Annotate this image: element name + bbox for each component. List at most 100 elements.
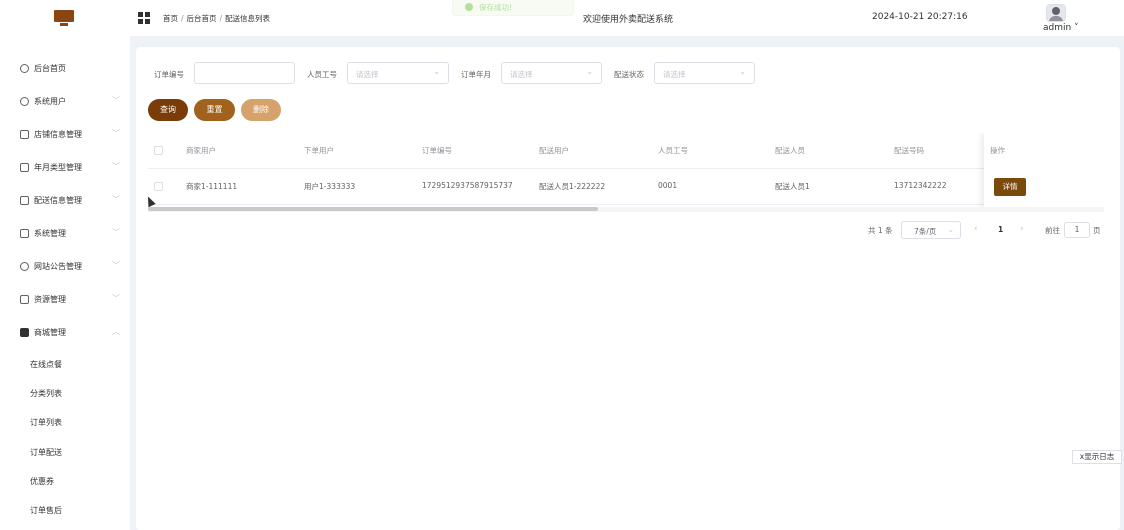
cell-order-no: 1729512937587915737 <box>422 181 513 190</box>
cell-customer: 用户1-333333 <box>304 182 356 191</box>
chevron-down-icon: ﹀ <box>112 228 120 237</box>
breadcrumb-home[interactable]: 首页 <box>163 14 178 23</box>
detail-button[interactable]: 详情 <box>994 178 1026 196</box>
username: admin <box>1043 23 1072 33</box>
sidebar-item-label: 年月类型管理 <box>34 163 82 172</box>
folder-icon <box>20 229 29 238</box>
order-no-input[interactable] <box>194 62 295 84</box>
chevron-down-icon: ⌄ <box>433 67 440 76</box>
success-toast: 保存成功! <box>452 0 574 16</box>
column-header[interactable]: 订单编号 <box>422 145 452 156</box>
breadcrumb-separator: / <box>219 14 223 23</box>
column-header[interactable]: 配送用户 <box>539 145 569 156</box>
sidebar-item-label: 店铺信息管理 <box>34 130 82 139</box>
delivery-status-label: 配送状态 <box>614 70 644 79</box>
printer-icon <box>20 295 29 304</box>
sidebar-subitem-after-sales[interactable]: 订单售后 <box>0 502 130 520</box>
menu-grid-icon[interactable] <box>138 12 150 24</box>
current-datetime: 2024-10-21 20:27:16 <box>872 12 968 22</box>
chevron-down-icon: ﹀ <box>112 162 120 171</box>
chevron-down-icon: ˅ <box>1074 23 1079 33</box>
query-button[interactable]: 查询 <box>148 99 188 121</box>
column-header[interactable]: 人员工号 <box>658 145 688 156</box>
sidebar-subitem-order-delivery[interactable]: 订单配送 <box>0 444 130 462</box>
sidebar-item-store-info[interactable]: 店铺信息管理 ﹀ <box>0 125 130 145</box>
user-icon <box>20 97 29 106</box>
page-size-select[interactable]: 7条/页 ⌄ <box>901 221 961 239</box>
check-box-icon <box>20 196 29 205</box>
goto-label: 前往 <box>1045 226 1060 235</box>
sidebar-subitem-orders[interactable]: 订单列表 <box>0 414 130 432</box>
prev-page-icon[interactable]: ‹ <box>974 224 978 234</box>
delivery-status-select[interactable]: 请选择 ⌄ <box>654 62 755 84</box>
row-checkbox[interactable] <box>154 182 163 191</box>
loading-icon <box>20 262 29 271</box>
table-row: 商家1-111111 用户1-333333 172951293758791573… <box>148 169 1104 205</box>
sidebar: 后台首页 系统用户 ﹀ 店铺信息管理 ﹀ 年月类型管理 ﹀ 配送信息管理 ﹀ 系… <box>0 36 130 530</box>
sidebar-subitem-label: 优惠券 <box>30 477 54 486</box>
cell-staff-no: 0001 <box>658 181 678 190</box>
sidebar-subitem-online-order[interactable]: 在线点餐 <box>0 356 130 374</box>
pager-total: 共 1 条 <box>868 226 893 235</box>
sidebar-item-month-type[interactable]: 年月类型管理 ﹀ <box>0 158 130 178</box>
avatar[interactable] <box>1046 4 1066 22</box>
page-size-value: 7条/页 <box>914 227 937 236</box>
sidebar-item-resources[interactable]: 资源管理 ﹀ <box>0 290 130 310</box>
reset-button[interactable]: 重置 <box>194 99 235 121</box>
column-header[interactable]: 配送人员 <box>775 145 805 156</box>
top-bar: 首页 / 后台首页 / 配送信息列表 保存成功! 欢迎使用外卖配送系统 2024-10-… <box>0 0 1124 36</box>
next-page-icon[interactable]: › <box>1020 224 1024 234</box>
sidebar-item-label: 后台首页 <box>34 64 66 73</box>
order-month-label: 订单年月 <box>461 70 491 79</box>
sidebar-subitem-categories[interactable]: 分类列表 <box>0 385 130 403</box>
column-header[interactable]: 下单用户 <box>304 145 334 156</box>
chevron-up-icon: ︿ <box>112 327 120 336</box>
breadcrumb-current: 配送信息列表 <box>225 14 271 23</box>
horizontal-scrollbar-thumb[interactable] <box>148 207 598 211</box>
cell-delivery-user: 配送人员1-222222 <box>539 182 606 191</box>
chevron-down-icon: ﹀ <box>112 261 120 270</box>
chevron-down-icon: ﹀ <box>112 96 120 105</box>
cell-merchant: 商家1-111111 <box>186 182 238 191</box>
select-all-checkbox[interactable] <box>154 146 163 155</box>
chevron-down-icon: ﹀ <box>112 294 120 303</box>
sidebar-subitem-label: 分类列表 <box>30 389 62 398</box>
column-header[interactable]: 配送号码 <box>894 145 924 156</box>
staff-no-label: 人员工号 <box>307 70 337 79</box>
show-log-button[interactable]: x显示日志 <box>1072 450 1122 464</box>
sidebar-item-label: 配送信息管理 <box>34 196 82 205</box>
welcome-text: 欢迎使用外卖配送系统 <box>583 15 674 25</box>
select-placeholder: 请选择 <box>663 70 686 79</box>
sidebar-item-system-management[interactable]: 系统管理 ﹀ <box>0 224 130 244</box>
select-placeholder: 请选择 <box>510 70 533 79</box>
sidebar-item-label: 网站公告管理 <box>34 262 82 271</box>
column-header[interactable]: 商家用户 <box>186 145 216 156</box>
sidebar-item-announcements[interactable]: 网站公告管理 ﹀ <box>0 257 130 277</box>
delete-button[interactable]: 删除 <box>241 99 281 121</box>
main-panel: 订单编号 人员工号 请选择 ⌄ 订单年月 请选择 ⌄ 配送状态 请选择 ⌄ 查询… <box>136 47 1120 530</box>
goto-page-input[interactable]: 1 <box>1064 222 1090 238</box>
order-month-select[interactable]: 请选择 ⌄ <box>501 62 602 84</box>
column-header: 操作 <box>990 146 1005 155</box>
breadcrumb-separator: / <box>181 14 184 23</box>
chevron-down-icon: ⌄ <box>586 67 593 76</box>
staff-no-select[interactable]: 请选择 ⌄ <box>347 62 449 84</box>
sidebar-item-mall[interactable]: 商城管理 ︿ <box>0 323 130 343</box>
delivery-table: 商家用户 下单用户 订单编号 配送用户 人员工号 配送人员 配送号码 商家1-1… <box>148 133 1104 210</box>
toast-message: 保存成功! <box>479 3 513 12</box>
breadcrumb: 首页 / 后台首页 / 配送信息列表 <box>163 13 270 24</box>
select-placeholder: 请选择 <box>356 70 379 79</box>
chevron-down-icon: ﹀ <box>112 129 120 138</box>
sidebar-item-delivery-info[interactable]: 配送信息管理 ﹀ <box>0 191 130 211</box>
sidebar-item-label: 系统管理 <box>34 229 66 238</box>
sidebar-subitem-coupons[interactable]: 优惠券 <box>0 473 130 491</box>
page-suffix: 页 <box>1093 226 1101 235</box>
sidebar-item-system-users[interactable]: 系统用户 ﹀ <box>0 92 130 112</box>
table-header: 商家用户 下单用户 订单编号 配送用户 人员工号 配送人员 配送号码 <box>148 133 1104 169</box>
user-dropdown[interactable]: admin ˅ <box>1043 23 1079 33</box>
sidebar-subitem-label: 订单列表 <box>30 418 62 427</box>
page-number[interactable]: 1 <box>998 225 1003 234</box>
breadcrumb-dashboard[interactable]: 后台首页 <box>187 14 217 23</box>
cell-delivery-person: 配送人员1 <box>775 182 810 191</box>
sidebar-item-dashboard[interactable]: 后台首页 <box>0 59 130 79</box>
